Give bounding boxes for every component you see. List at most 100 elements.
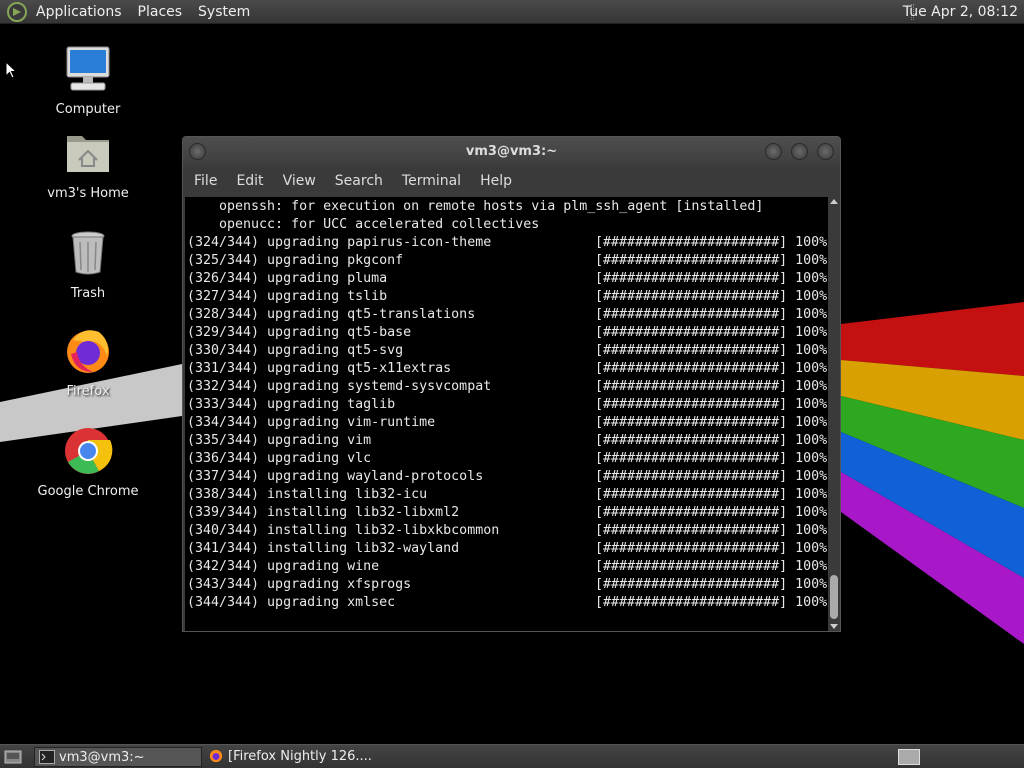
applications-menu[interactable]: Applications	[28, 0, 130, 24]
terminal-line-text: (334/344) upgrading vim-runtime	[187, 415, 436, 430]
progress-bar-text: [######################] 100%	[595, 397, 828, 412]
task-label: vm3@vm3:~	[59, 750, 145, 765]
desktop-icon-label: vm3's Home	[47, 186, 129, 201]
trash-icon	[71, 231, 105, 275]
terminal-line-text: (329/344) upgrading qt5-base	[187, 325, 412, 340]
terminal-line: (338/344) installing lib32-icu [#########…	[187, 486, 828, 504]
task-firefox[interactable]: [Firefox Nightly 126....	[204, 747, 372, 767]
terminal-line: (333/344) upgrading taglib [#############…	[187, 396, 828, 414]
menu-terminal[interactable]: Terminal	[395, 173, 468, 189]
menu-help[interactable]: Help	[473, 173, 519, 189]
progress-bar-text: [######################] 100%	[595, 343, 828, 358]
places-menu[interactable]: Places	[130, 0, 191, 24]
terminal-line: (343/344) upgrading xfsprogs [###########…	[187, 576, 828, 594]
terminal-scrollbar[interactable]	[828, 197, 840, 631]
progress-bar-text: [######################] 100%	[595, 361, 828, 376]
terminal-line: (337/344) upgrading wayland-protocols [##…	[187, 468, 828, 486]
progress-bar-text: [######################] 100%	[595, 325, 828, 340]
desktop-icon-home[interactable]: vm3's Home	[28, 128, 148, 201]
terminal-line-text: (326/344) upgrading pluma	[187, 271, 388, 286]
terminal-line: (335/344) upgrading vim [################…	[187, 432, 828, 450]
progress-bar-text: [######################] 100%	[595, 307, 828, 322]
terminal-line-text: (328/344) upgrading qt5-translations	[187, 307, 476, 322]
terminal-line: (329/344) upgrading qt5-base [###########…	[187, 324, 828, 342]
terminal-line: (336/344) upgrading vlc [################…	[187, 450, 828, 468]
terminal-line: (341/344) installing lib32-wayland [#####…	[187, 540, 828, 558]
top-panel: Applications Places System Tue Apr 2, 08…	[0, 0, 1024, 24]
terminal-line: (340/344) installing lib32-libxkbcommon […	[187, 522, 828, 540]
terminal-line: (332/344) upgrading systemd-sysvcompat [#…	[187, 378, 828, 396]
terminal-output[interactable]: openssh: for execution on remote hosts v…	[185, 197, 828, 631]
progress-bar-text: [######################] 100%	[595, 379, 828, 394]
show-desktop-icon[interactable]	[4, 749, 22, 765]
terminal-line: (339/344) installing lib32-libxml2 [#####…	[187, 504, 828, 522]
desktop-icon-trash[interactable]: Trash	[28, 228, 148, 301]
terminal-line: (334/344) upgrading vim-runtime [########…	[187, 414, 828, 432]
terminal-line-text: (333/344) upgrading taglib	[187, 397, 396, 412]
firefox-icon	[209, 749, 223, 763]
scroll-up-arrow-icon[interactable]	[830, 199, 838, 204]
system-menu[interactable]: System	[190, 0, 258, 24]
progress-bar-text: [######################] 100%	[595, 469, 828, 484]
desktop-icon-label: Firefox	[66, 384, 110, 399]
menu-edit[interactable]: Edit	[229, 173, 270, 189]
progress-bar-text: [######################] 100%	[595, 289, 828, 304]
terminal-line: (325/344) upgrading pkgconf [############…	[187, 252, 828, 270]
terminal-line: (344/344) upgrading xmlsec [#############…	[187, 594, 828, 612]
chrome-icon	[65, 428, 113, 474]
maximize-button[interactable]	[791, 143, 808, 160]
minimize-button[interactable]	[765, 143, 782, 160]
terminal-line-text: (332/344) upgrading systemd-sysvcompat	[187, 379, 492, 394]
close-button[interactable]	[817, 143, 834, 160]
desktop-icon-firefox[interactable]: Firefox	[28, 326, 148, 399]
computer-icon	[66, 46, 110, 91]
progress-bar-text: [######################] 100%	[595, 595, 828, 610]
mate-logo-icon[interactable]	[6, 1, 28, 23]
terminal-line: openucc: for UCC accelerated collectives	[187, 216, 828, 234]
workspace-switcher-icon[interactable]	[898, 749, 920, 765]
progress-bar-text: [######################] 100%	[595, 505, 828, 520]
terminal-line-text: (341/344) installing lib32-wayland	[187, 541, 460, 556]
menu-file[interactable]: File	[187, 173, 224, 189]
menu-search[interactable]: Search	[328, 173, 390, 189]
progress-bar-text: [######################] 100%	[595, 559, 828, 574]
progress-bar-text: [######################] 100%	[595, 541, 828, 556]
terminal-line: (326/344) upgrading pluma [##############…	[187, 270, 828, 288]
progress-bar-text: [######################] 100%	[595, 577, 828, 592]
mouse-pointer-icon	[5, 61, 17, 79]
terminal-line: (328/344) upgrading qt5-translations [###…	[187, 306, 828, 324]
terminal-line-text: (327/344) upgrading tslib	[187, 289, 388, 304]
firefox-icon	[67, 330, 109, 373]
desktop-icon-chrome[interactable]: Google Chrome	[28, 426, 148, 499]
desktop-icon-label: Google Chrome	[37, 484, 139, 499]
bottom-panel: vm3@vm3:~ [Firefox Nightly 126....	[0, 744, 1024, 768]
desktop-icon-computer[interactable]: Computer	[28, 44, 148, 117]
progress-bar-text: [######################] 100%	[595, 487, 828, 502]
progress-bar-text: [######################] 100%	[595, 433, 828, 448]
progress-bar-text: [######################] 100%	[595, 523, 828, 538]
progress-bar-text: [######################] 100%	[595, 415, 828, 430]
terminal-line-text: (340/344) installing lib32-libxkbcommon	[187, 523, 500, 538]
scroll-down-arrow-icon[interactable]	[830, 624, 838, 629]
terminal-line-text: (344/344) upgrading xmlsec	[187, 595, 396, 610]
terminal-line-text: (331/344) upgrading qt5-x11extras	[187, 361, 452, 376]
clock[interactable]: Tue Apr 2, 08:12	[903, 0, 1018, 24]
terminal-line: (324/344) upgrading papirus-icon-theme [#…	[187, 234, 828, 252]
task-terminal[interactable]: vm3@vm3:~	[34, 747, 202, 767]
terminal-line-text: openucc: for UCC accelerated collectives	[187, 217, 540, 232]
terminal-line-text: openssh: for execution on remote hosts v…	[187, 199, 764, 214]
terminal-line-text: (339/344) installing lib32-libxml2	[187, 505, 460, 520]
menu-view[interactable]: View	[276, 173, 323, 189]
terminal-icon	[39, 750, 55, 764]
terminal-line-text: (324/344) upgrading papirus-icon-theme	[187, 235, 492, 250]
terminal-line-text: (342/344) upgrading wine	[187, 559, 380, 574]
home-folder-icon	[67, 136, 109, 172]
terminal-line-text: (343/344) upgrading xfsprogs	[187, 577, 412, 592]
terminal-line: (342/344) upgrading wine [###############…	[187, 558, 828, 576]
progress-bar-text: [######################] 100%	[595, 253, 828, 268]
terminal-window[interactable]: vm3@vm3:~ File Edit View Search Terminal…	[182, 136, 841, 632]
terminal-line-text: (337/344) upgrading wayland-protocols	[187, 469, 484, 484]
terminal-titlebar[interactable]: vm3@vm3:~	[183, 137, 840, 167]
scrollbar-thumb[interactable]	[830, 575, 838, 619]
desktop-icon-label: Computer	[55, 102, 121, 117]
